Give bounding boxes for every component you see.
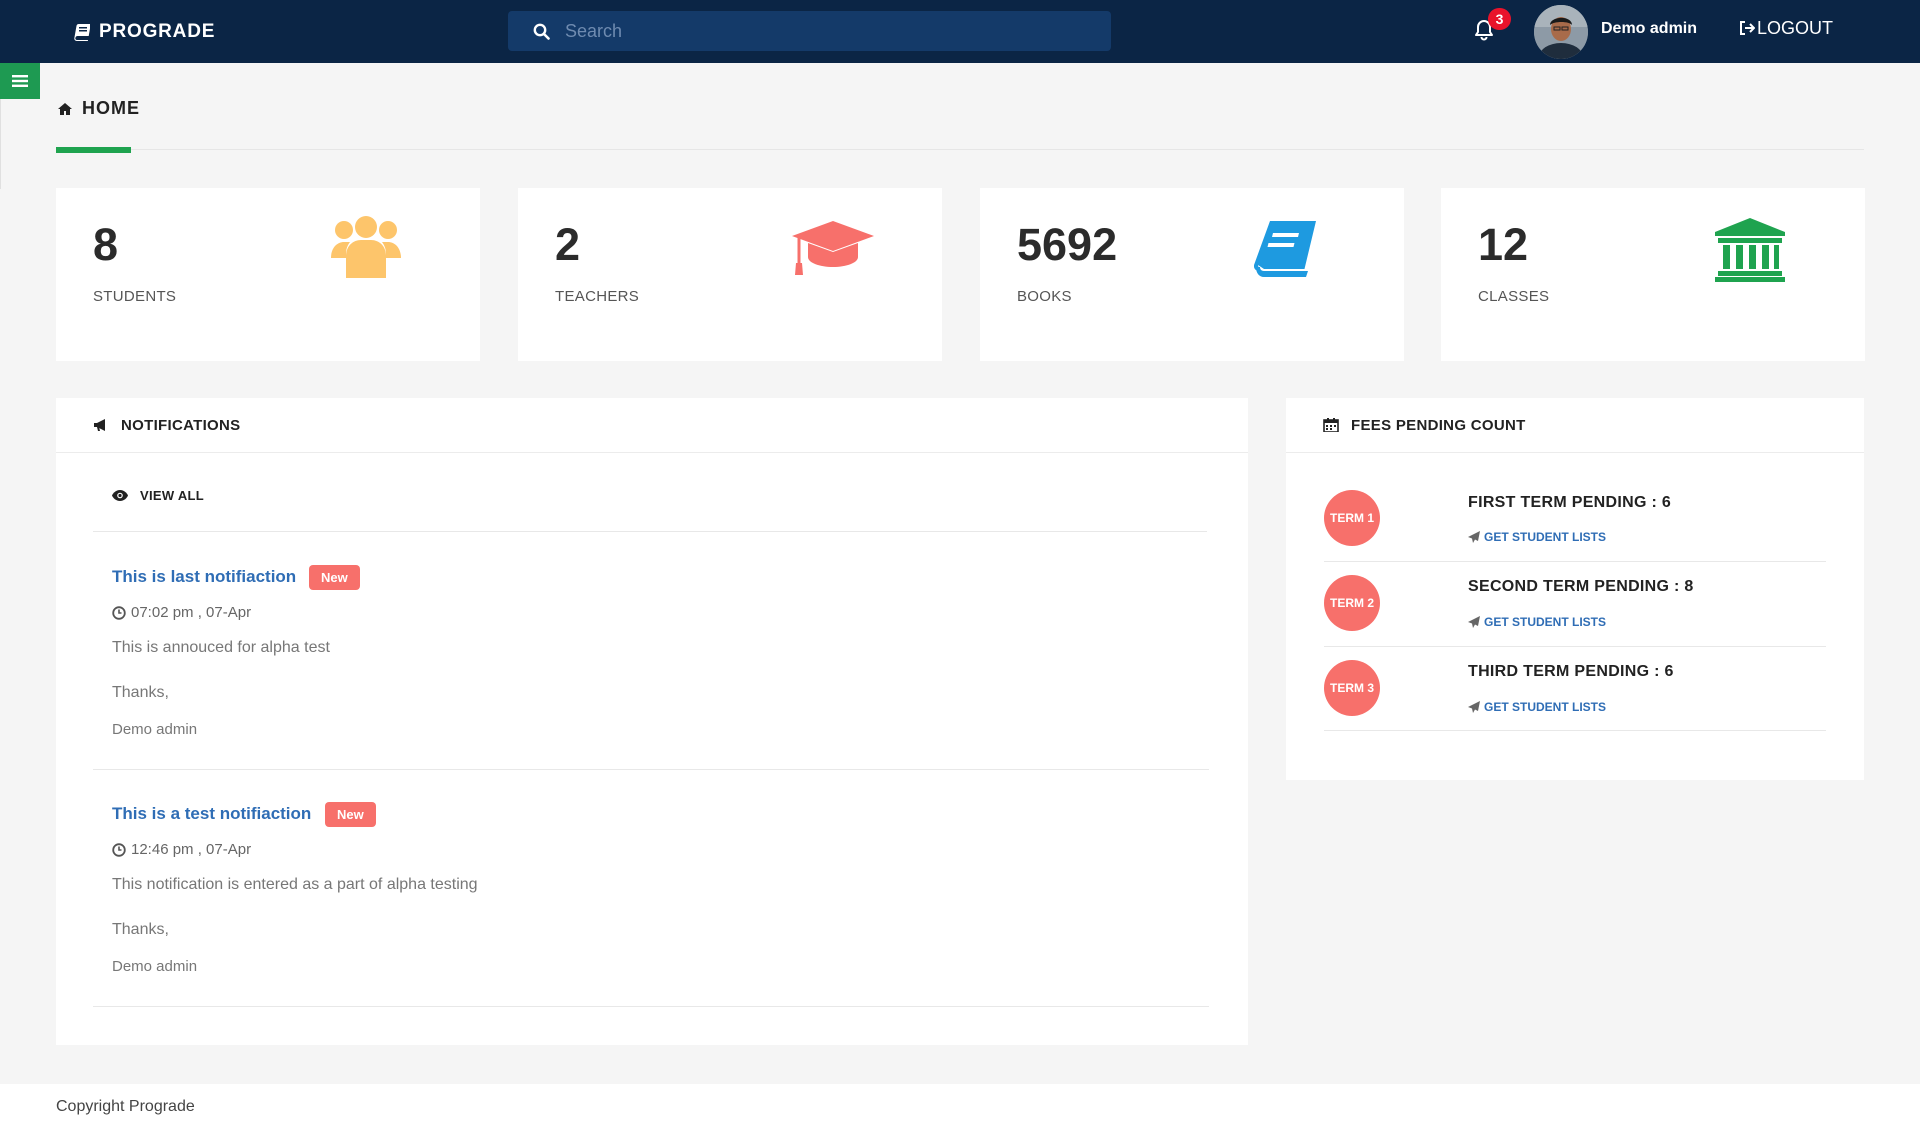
notification-time: 12:46 pm , 07-Apr xyxy=(112,841,251,858)
view-all-link[interactable]: VIEW ALL xyxy=(112,488,204,503)
footer: Copyright Prograde xyxy=(0,1084,1920,1133)
stat-value: 5692 xyxy=(1017,219,1118,270)
divider xyxy=(1324,561,1826,562)
notification-time-text: 12:46 pm , 07-Apr xyxy=(131,841,252,858)
notifications-panel: NOTIFICATIONS VIEW ALL This is last noti… xyxy=(56,398,1248,1045)
notification-count-badge: 3 xyxy=(1488,8,1511,30)
fees-pending-panel: FEES PENDING COUNT TERM 1 FIRST TERM PEN… xyxy=(1286,398,1864,780)
book-logo-icon xyxy=(74,24,90,41)
clock-icon xyxy=(112,605,126,620)
hamburger-icon xyxy=(12,75,28,87)
logout-button[interactable]: LOGOUT xyxy=(1738,17,1833,39)
send-icon xyxy=(1468,616,1480,628)
notifications-title: NOTIFICATIONS xyxy=(121,416,241,434)
notification-title[interactable]: This is last notifiaction xyxy=(112,567,296,587)
logout-label: LOGOUT xyxy=(1757,18,1834,38)
stat-label: STUDENTS xyxy=(93,288,177,305)
copyright-text: Copyright Prograde xyxy=(56,1098,195,1115)
sidebar-edge xyxy=(0,99,1,189)
stat-label: CLASSES xyxy=(1478,288,1550,305)
stat-label: BOOKS xyxy=(1017,288,1072,305)
search-input[interactable] xyxy=(565,11,1111,51)
divider xyxy=(1324,646,1826,647)
current-username[interactable]: Demo admin xyxy=(1601,19,1697,39)
divider xyxy=(1324,730,1826,731)
view-all-label: VIEW ALL xyxy=(140,488,205,503)
notification-title[interactable]: This is a test notifiaction xyxy=(112,804,311,824)
notification-closing: Thanks, xyxy=(112,684,169,701)
clock-icon xyxy=(112,842,126,857)
get-student-lists-link[interactable]: GET STUDENT LISTS xyxy=(1468,530,1606,544)
link-label: GET STUDENT LISTS xyxy=(1484,700,1607,714)
home-icon xyxy=(58,102,72,115)
new-badge: New xyxy=(325,802,376,827)
notification-time-text: 07:02 pm , 07-Apr xyxy=(131,604,252,621)
institution-icon xyxy=(1715,218,1785,282)
fees-title: FEES PENDING COUNT xyxy=(1351,416,1526,434)
fees-header: FEES PENDING COUNT xyxy=(1286,398,1864,453)
title-accent xyxy=(56,147,131,153)
notification-body: This is annouced for alpha test xyxy=(112,639,330,656)
brand-logo[interactable]: PROGRADE xyxy=(74,20,215,44)
new-badge: New xyxy=(309,565,360,590)
term-badge: TERM 2 xyxy=(1324,575,1380,631)
page-title-text: HOME xyxy=(82,98,140,118)
notification-body: This notification is entered as a part o… xyxy=(112,876,478,893)
stat-value: 12 xyxy=(1478,219,1529,270)
divider xyxy=(93,1006,1209,1007)
link-label: GET STUDENT LISTS xyxy=(1484,615,1607,629)
stat-value: 2 xyxy=(555,219,581,270)
term-badge: TERM 3 xyxy=(1324,660,1380,716)
avatar[interactable] xyxy=(1534,5,1588,59)
get-student-lists-link[interactable]: GET STUDENT LISTS xyxy=(1468,615,1606,629)
stat-value: 8 xyxy=(93,219,119,270)
page-title: HOME xyxy=(57,98,140,119)
term-pending-label: FIRST TERM PENDING : 6 xyxy=(1468,494,1672,511)
notification-author: Demo admin xyxy=(112,958,198,975)
term-pending-label: THIRD TERM PENDING : 6 xyxy=(1468,663,1674,680)
term-pending-label: SECOND TERM PENDING : 8 xyxy=(1468,578,1694,595)
send-icon xyxy=(1468,701,1480,713)
bullhorn-icon xyxy=(94,419,105,431)
eye-icon xyxy=(112,490,128,501)
notifications-header: NOTIFICATIONS xyxy=(56,398,1248,453)
stat-card-books[interactable]: 5692 BOOKS xyxy=(980,188,1404,361)
stat-card-classes[interactable]: 12 CLASSES xyxy=(1441,188,1865,361)
send-icon xyxy=(1468,531,1480,543)
notification-author: Demo admin xyxy=(112,721,198,738)
calendar-icon xyxy=(1323,418,1339,432)
title-divider xyxy=(56,149,1864,150)
get-student-lists-link[interactable]: GET STUDENT LISTS xyxy=(1468,700,1606,714)
users-icon xyxy=(331,216,401,278)
top-navbar: PROGRADE 3 Demo admin LOGOUT xyxy=(0,0,1920,63)
user-photo xyxy=(1534,5,1588,59)
book-icon xyxy=(1254,221,1316,277)
link-label: GET STUDENT LISTS xyxy=(1484,530,1607,544)
brand-name: PROGRADE xyxy=(99,21,216,42)
graduation-cap-icon xyxy=(792,221,874,275)
stat-label: TEACHERS xyxy=(555,288,640,305)
term-badge: TERM 1 xyxy=(1324,490,1380,546)
divider xyxy=(93,769,1209,770)
sidebar-toggle-button[interactable] xyxy=(0,63,40,99)
notification-closing: Thanks, xyxy=(112,921,169,938)
notification-time: 07:02 pm , 07-Apr xyxy=(112,604,251,621)
search-icon xyxy=(533,23,550,40)
stat-card-teachers[interactable]: 2 TEACHERS xyxy=(518,188,942,361)
sign-out-icon xyxy=(1740,21,1755,35)
search-bar xyxy=(508,11,1111,51)
stat-card-students[interactable]: 8 STUDENTS xyxy=(56,188,480,361)
divider xyxy=(93,531,1207,532)
